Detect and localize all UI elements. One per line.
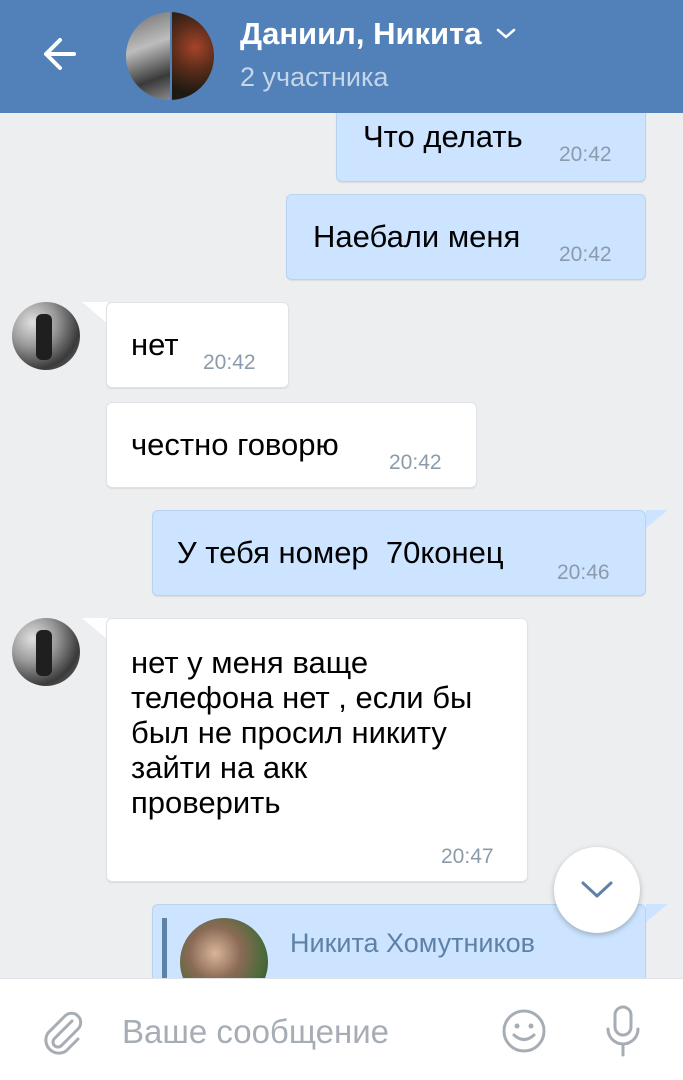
sender-avatar[interactable] (12, 618, 80, 686)
arrow-left-icon (44, 38, 76, 70)
message-bubble-outgoing[interactable]: Наебали меня 20:42 (286, 194, 646, 280)
bubble-tail (82, 302, 108, 324)
compose-bar: Ваше сообщение (0, 978, 683, 1080)
bubble-tail (82, 618, 108, 640)
chat-title-dropdown[interactable]: Даниил, Никита (240, 16, 518, 52)
smile-icon[interactable] (500, 1007, 548, 1055)
message-bubble-outgoing[interactable]: У тебя номер 70конец 20:46 (152, 510, 646, 596)
message-time: 20:47 (441, 845, 494, 868)
avatar-daniil (126, 12, 170, 100)
message-time: 20:42 (559, 243, 612, 266)
message-bubble-incoming[interactable]: нет 20:42 (106, 302, 289, 388)
message-time: 20:42 (389, 451, 442, 474)
forwarded-author-name[interactable]: Никита Хомутников (290, 928, 535, 959)
message-text: У тебя номер 70конец (177, 535, 504, 570)
bubble-tail (646, 510, 668, 528)
message-text: честно говорю (131, 427, 339, 462)
message-time: 20:42 (203, 351, 256, 374)
forwarded-indicator (162, 918, 167, 978)
chat-header: Даниил, Никита 2 участника (0, 0, 683, 113)
participants-count: 2 участника (240, 62, 389, 92)
chevron-down-icon (581, 881, 613, 898)
microphone-icon[interactable] (603, 1003, 643, 1059)
paperclip-icon[interactable] (36, 1007, 86, 1057)
message-time: 20:46 (557, 561, 610, 584)
message-time: 20:42 (559, 143, 612, 166)
avatar-nikita (172, 12, 214, 100)
bubble-tail (646, 904, 668, 922)
scroll-down-button[interactable] (554, 847, 640, 933)
chat-title: Даниил, Никита (240, 16, 482, 51)
group-avatar[interactable] (126, 12, 214, 100)
message-bubble-incoming[interactable]: нет у меня ваще телефона нет , если бы б… (106, 618, 528, 882)
message-text: Наебали меня (313, 219, 521, 254)
message-text: нет (131, 327, 179, 362)
message-input[interactable]: Ваше сообщение (122, 1013, 389, 1051)
chevron-down-icon (496, 28, 515, 39)
message-bubble-incoming[interactable]: честно говорю 20:42 (106, 402, 477, 488)
back-button[interactable] (30, 26, 90, 82)
message-text: Что делать (363, 119, 523, 154)
sender-avatar[interactable] (12, 302, 80, 370)
message-text: нет у меня ваще телефона нет , если бы б… (131, 645, 473, 820)
